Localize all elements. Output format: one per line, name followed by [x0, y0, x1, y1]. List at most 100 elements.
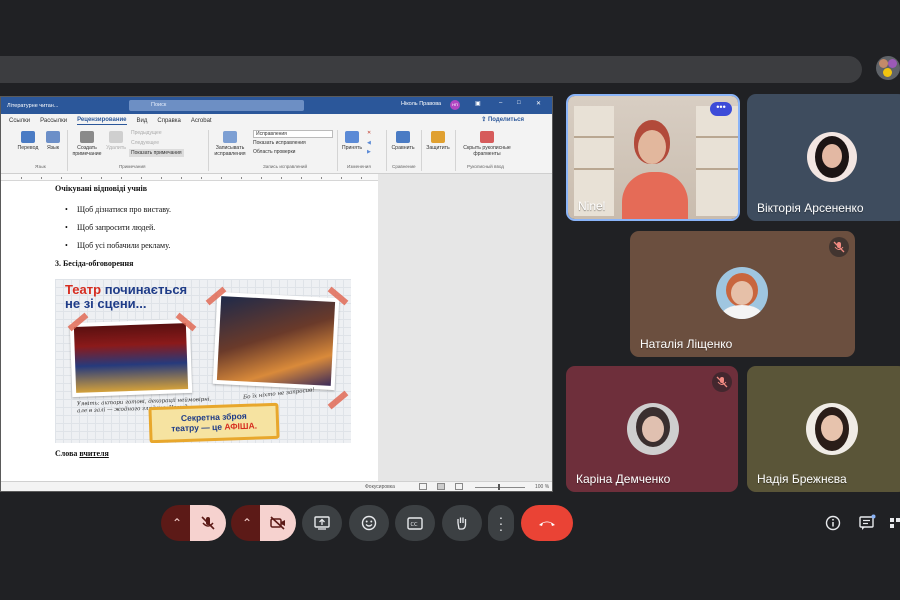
ribbon-separator [208, 130, 209, 171]
participant-tile-viktoriia[interactable]: Вікторія Арсененко [747, 94, 900, 221]
doc-heading-expected-answers: Очікувані відповіді учнів [55, 184, 148, 193]
ribbon: Перевод Язык Язык Создать примечание Уда… [1, 127, 552, 174]
tab-review[interactable]: Рецензирование [77, 117, 127, 125]
zoom-slider-thumb[interactable] [498, 484, 500, 490]
next-comment-button[interactable]: Следующее [131, 140, 159, 146]
tab-help[interactable]: Справка [157, 118, 181, 124]
read-mode-icon[interactable] [419, 483, 427, 490]
user-avatar[interactable]: НП [450, 100, 460, 110]
maximize-icon[interactable]: □ [517, 100, 521, 106]
poster-title-b: починається [104, 282, 188, 297]
share-button[interactable]: ⇪ Поделиться [481, 116, 534, 123]
poster-title-c: не зі сцени... [65, 296, 147, 311]
print-layout-icon[interactable] [437, 483, 445, 490]
document-page[interactable]: Очікувані відповіді учнів Щоб дізнатися … [1, 181, 378, 481]
more-options-button[interactable]: · · · [488, 505, 514, 541]
reject-icon[interactable]: ✕ [367, 130, 371, 136]
translate-label: Перевод [17, 145, 39, 151]
compare-button[interactable]: Сравнить [389, 131, 417, 151]
participant-name: Надія Брежнєва [757, 472, 847, 486]
new-comment-button[interactable]: Создать примечание [69, 131, 105, 157]
tab-acrobat[interactable]: Acrobat [191, 118, 212, 124]
leave-call-button[interactable] [521, 505, 573, 541]
search-placeholder: Поиск [151, 102, 167, 108]
mic-off-icon [712, 372, 732, 392]
more-options-icon[interactable]: ••• [710, 102, 732, 116]
track-changes-label: Записывать исправления [214, 145, 246, 157]
chevron-up-icon: ⌃ [241, 516, 253, 530]
tab-view[interactable]: Вид [137, 118, 148, 124]
mic-toggle-button[interactable] [190, 505, 226, 541]
participant-name: Каріна Демченко [576, 472, 671, 486]
activities-button[interactable] [888, 505, 900, 541]
info-icon [825, 515, 841, 531]
word-status-bar: Фокусировка 100 % [1, 481, 552, 491]
translate-button[interactable]: Перевод [15, 131, 41, 151]
group-ink-label: Рукописный ввод [467, 164, 504, 169]
chat-button[interactable] [856, 505, 878, 541]
compare-icon [396, 131, 410, 143]
ribbon-separator [421, 130, 422, 171]
show-markup-button[interactable]: Показать исправления [253, 140, 306, 146]
web-layout-icon[interactable] [455, 483, 463, 490]
poster-photo-stage [69, 318, 193, 398]
participant-tile-nadiia[interactable]: Надія Брежнєва [747, 366, 900, 492]
participant-tile-nataliia[interactable]: Наталія Ліщенко [630, 231, 855, 357]
reactions-button[interactable] [349, 505, 389, 541]
poster-photo-street [212, 291, 340, 391]
camera-toggle-button[interactable] [260, 505, 296, 541]
zoom-level[interactable]: 100 % [535, 484, 549, 490]
poster-caption-2: Бо їх ніхто не запросив! [242, 387, 315, 401]
audio-options-button[interactable]: ⌃ [161, 505, 193, 541]
tab-mailings[interactable]: Рассылки [40, 118, 67, 124]
delete-comment-button[interactable]: Удалить [105, 131, 127, 151]
more-vert-icon: · · · [498, 509, 504, 537]
captions-icon: CC [407, 516, 423, 530]
delete-comment-label: Удалить [106, 145, 126, 151]
video-options-button[interactable]: ⌃ [231, 505, 263, 541]
group-language-label: Язык [35, 164, 46, 169]
zoom-slider[interactable] [475, 487, 525, 488]
track-changes-icon [223, 131, 237, 143]
hand-icon [457, 517, 467, 530]
tab-references[interactable]: Ссылки [9, 118, 30, 124]
participant-tile-ninel[interactable]: ••• Ninel [566, 94, 740, 221]
hide-ink-button[interactable]: Скрыть рукописные фрагменты [458, 131, 516, 157]
teacher-words-underlined: вчителя [79, 449, 109, 458]
theatre-poster-image: Театр починається не зі сцени... Уявіть:… [55, 279, 351, 443]
ribbon-separator [455, 130, 456, 171]
reviewing-pane-button[interactable]: Область проверки [253, 149, 295, 155]
minimize-icon[interactable]: – [499, 100, 502, 106]
previous-change-icon[interactable]: ◀ [367, 140, 371, 146]
previous-comment-button[interactable]: Предыдущее [131, 130, 162, 136]
focus-mode-button[interactable]: Фокусировка [365, 484, 395, 490]
camera-off-icon [270, 516, 285, 530]
ribbon-separator [337, 130, 338, 171]
ribbon-display-icon[interactable]: ▣ [475, 100, 481, 107]
participants-avatar-stack[interactable] [876, 56, 900, 80]
share-label: Поделиться [487, 117, 524, 123]
translate-icon [21, 131, 35, 143]
participant-tile-karina[interactable]: Каріна Демченко [566, 366, 738, 492]
document-title: Літературне читан... [7, 102, 59, 109]
doc-teacher-words: Слова вчителя [55, 449, 109, 458]
search-box[interactable]: Поиск [129, 100, 304, 111]
meeting-top-bar [0, 56, 862, 83]
captions-button[interactable]: CC [395, 505, 435, 541]
show-comments-button[interactable]: Показать примечания [129, 149, 184, 157]
group-tracking-label: Запись исправлений [263, 164, 308, 169]
present-screen-button[interactable] [302, 505, 342, 541]
markup-mode-select[interactable]: Исправления [253, 130, 333, 138]
next-change-icon[interactable]: ▶ [367, 149, 371, 155]
protect-button[interactable]: Защитить [424, 131, 452, 151]
language-button[interactable]: Язык [43, 131, 63, 151]
hide-ink-label: Скрыть рукописные фрагменты [463, 145, 511, 157]
accept-button[interactable]: Принять [339, 131, 365, 151]
ribbon-separator [67, 130, 68, 171]
track-changes-button[interactable]: Записывать исправления [211, 131, 249, 157]
close-icon[interactable]: ✕ [536, 100, 541, 107]
raise-hand-button[interactable] [442, 505, 482, 541]
language-icon [46, 131, 60, 143]
lock-icon [431, 131, 445, 143]
meeting-details-button[interactable] [822, 505, 844, 541]
